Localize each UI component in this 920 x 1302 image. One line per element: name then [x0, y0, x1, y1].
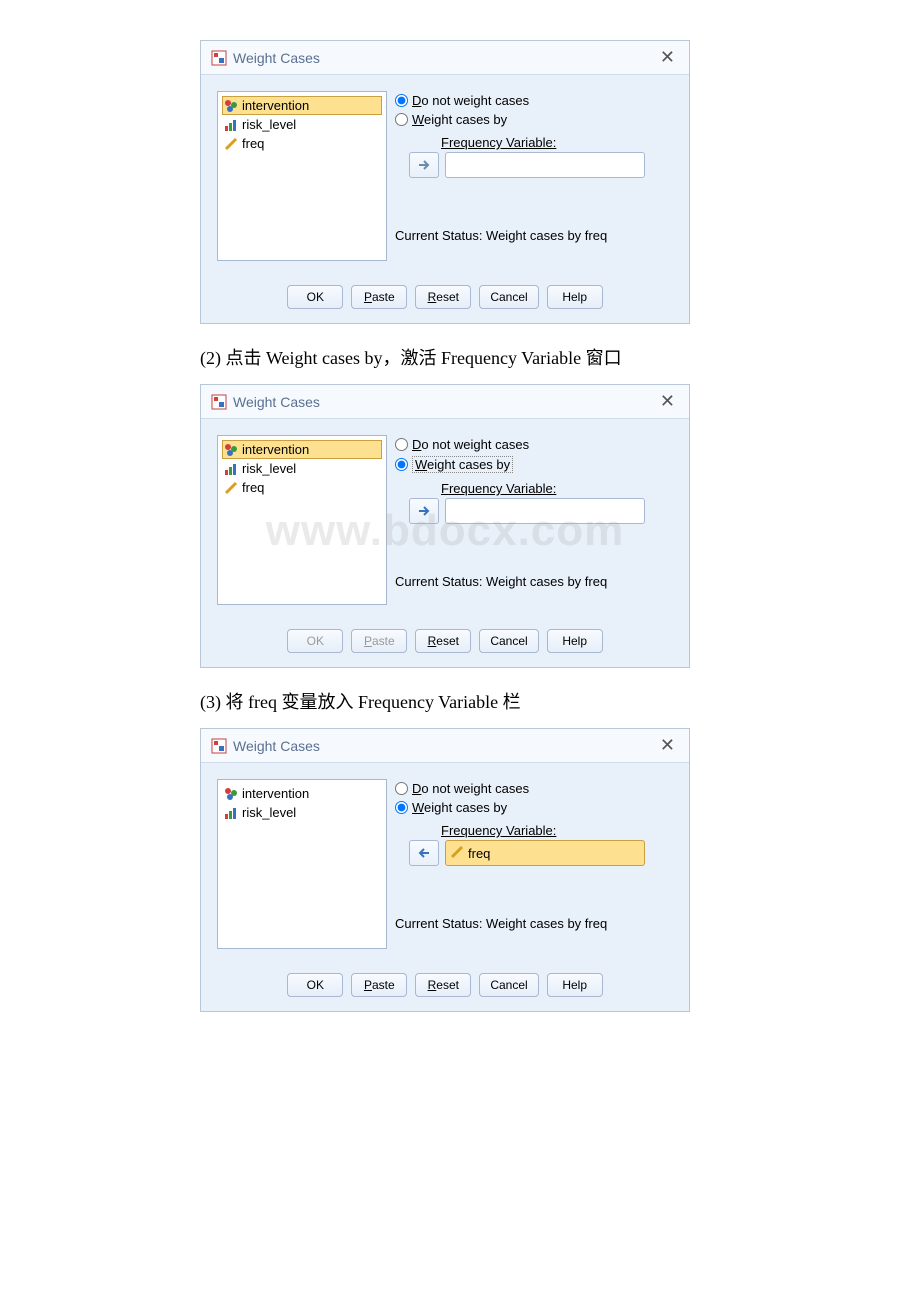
frequency-variable-label: Frequency Variable: — [441, 823, 673, 838]
app-icon — [211, 738, 227, 754]
radio-do-not-weight[interactable]: Do not weight cases — [395, 91, 673, 110]
arrow-right-icon — [417, 158, 431, 172]
list-item-label: intervention — [242, 442, 309, 457]
radio-weight-by[interactable]: Weight cases by — [395, 454, 673, 475]
button-bar: OK Paste Reset Cancel Help — [201, 965, 689, 1011]
current-status: Current Status: Weight cases by freq — [395, 916, 673, 931]
caption-step-3: (3) 将 freq 变量放入 Frequency Variable 栏 — [200, 688, 720, 714]
help-button[interactable]: Help — [547, 285, 603, 309]
radio-input[interactable] — [395, 94, 408, 107]
radio-input[interactable] — [395, 113, 408, 126]
weight-cases-dialog-3: Weight Cases ✕ intervention risk_level D… — [200, 728, 690, 1012]
arrow-right-icon — [417, 504, 431, 518]
frequency-variable-label: Frequency Variable: — [441, 135, 673, 150]
caption-step-2: (2) 点击 Weight cases by，激活 Frequency Vari… — [200, 344, 720, 370]
weight-cases-dialog-1: Weight Cases ✕ intervention risk_level f… — [200, 40, 690, 324]
app-icon — [211, 394, 227, 410]
radio-label: Do not weight cases — [412, 781, 529, 796]
transfer-right-button[interactable] — [409, 498, 439, 524]
list-item[interactable]: intervention — [222, 440, 382, 459]
radio-label: Weight cases by — [412, 112, 507, 127]
radio-label: Do not weight cases — [412, 93, 529, 108]
transfer-right-button[interactable] — [409, 152, 439, 178]
list-item[interactable]: risk_level — [222, 803, 382, 822]
dialog-title: Weight Cases — [233, 738, 656, 754]
close-icon[interactable]: ✕ — [656, 735, 679, 756]
radio-input[interactable] — [395, 438, 408, 451]
current-status: Current Status: Weight cases by freq — [395, 228, 673, 243]
arrow-left-icon — [417, 846, 431, 860]
weight-cases-dialog-2: Weight Cases ✕ intervention risk_level f… — [200, 384, 690, 668]
frequency-variable-field[interactable] — [445, 152, 645, 178]
ok-button[interactable]: OK — [287, 973, 343, 997]
list-item[interactable]: intervention — [222, 96, 382, 115]
paste-button[interactable]: Paste — [351, 285, 407, 309]
radio-input[interactable] — [395, 782, 408, 795]
radio-weight-by[interactable]: Weight cases by — [395, 110, 673, 129]
radio-weight-by[interactable]: Weight cases by — [395, 798, 673, 817]
variable-list[interactable]: intervention risk_level freq — [217, 91, 387, 261]
radio-input[interactable] — [395, 801, 408, 814]
cancel-button[interactable]: Cancel — [479, 973, 538, 997]
dialog-title: Weight Cases — [233, 50, 656, 66]
scale-icon — [224, 137, 238, 151]
radio-label: Do not weight cases — [412, 437, 529, 452]
frequency-variable-field[interactable]: freq — [445, 840, 645, 866]
ordinal-icon — [224, 118, 238, 132]
frequency-variable-label: Frequency Variable: — [441, 481, 673, 496]
variable-list[interactable]: intervention risk_level — [217, 779, 387, 949]
ordinal-icon — [224, 462, 238, 476]
list-item-label: intervention — [242, 786, 309, 801]
list-item[interactable]: risk_level — [222, 115, 382, 134]
radio-label: Weight cases by — [412, 456, 513, 473]
ordinal-icon — [224, 806, 238, 820]
nominal-icon — [224, 99, 238, 113]
close-icon[interactable]: ✕ — [656, 47, 679, 68]
dialog-title: Weight Cases — [233, 394, 656, 410]
list-item-label: risk_level — [242, 805, 296, 820]
list-item-label: freq — [242, 480, 264, 495]
radio-label: Weight cases by — [412, 800, 507, 815]
button-bar: OK Paste Reset Cancel Help — [201, 621, 689, 667]
list-item[interactable]: risk_level — [222, 459, 382, 478]
scale-icon — [450, 845, 464, 862]
titlebar[interactable]: Weight Cases ✕ — [201, 729, 689, 763]
paste-button: Paste — [351, 629, 407, 653]
reset-button[interactable]: Reset — [415, 973, 471, 997]
close-icon[interactable]: ✕ — [656, 391, 679, 412]
list-item-label: freq — [242, 136, 264, 151]
transfer-left-button[interactable] — [409, 840, 439, 866]
reset-button[interactable]: Reset — [415, 285, 471, 309]
ok-button[interactable]: OK — [287, 285, 343, 309]
cancel-button[interactable]: Cancel — [479, 629, 538, 653]
help-button[interactable]: Help — [547, 973, 603, 997]
app-icon — [211, 50, 227, 66]
frequency-variable-field[interactable] — [445, 498, 645, 524]
radio-input[interactable] — [395, 458, 408, 471]
scale-icon — [224, 481, 238, 495]
nominal-icon — [224, 443, 238, 457]
ok-button: OK — [287, 629, 343, 653]
frequency-variable-value: freq — [468, 846, 490, 861]
paste-button[interactable]: Paste — [351, 973, 407, 997]
list-item-label: risk_level — [242, 117, 296, 132]
nominal-icon — [224, 787, 238, 801]
radio-do-not-weight[interactable]: Do not weight cases — [395, 779, 673, 798]
cancel-button[interactable]: Cancel — [479, 285, 538, 309]
list-item-label: risk_level — [242, 461, 296, 476]
reset-button[interactable]: Reset — [415, 629, 471, 653]
list-item[interactable]: freq — [222, 134, 382, 153]
list-item-label: intervention — [242, 98, 309, 113]
variable-list[interactable]: intervention risk_level freq — [217, 435, 387, 605]
button-bar: OK Paste Reset Cancel Help — [201, 277, 689, 323]
help-button[interactable]: Help — [547, 629, 603, 653]
current-status: Current Status: Weight cases by freq — [395, 574, 673, 589]
list-item[interactable]: intervention — [222, 784, 382, 803]
titlebar[interactable]: Weight Cases ✕ — [201, 41, 689, 75]
titlebar[interactable]: Weight Cases ✕ — [201, 385, 689, 419]
radio-do-not-weight[interactable]: Do not weight cases — [395, 435, 673, 454]
list-item[interactable]: freq — [222, 478, 382, 497]
